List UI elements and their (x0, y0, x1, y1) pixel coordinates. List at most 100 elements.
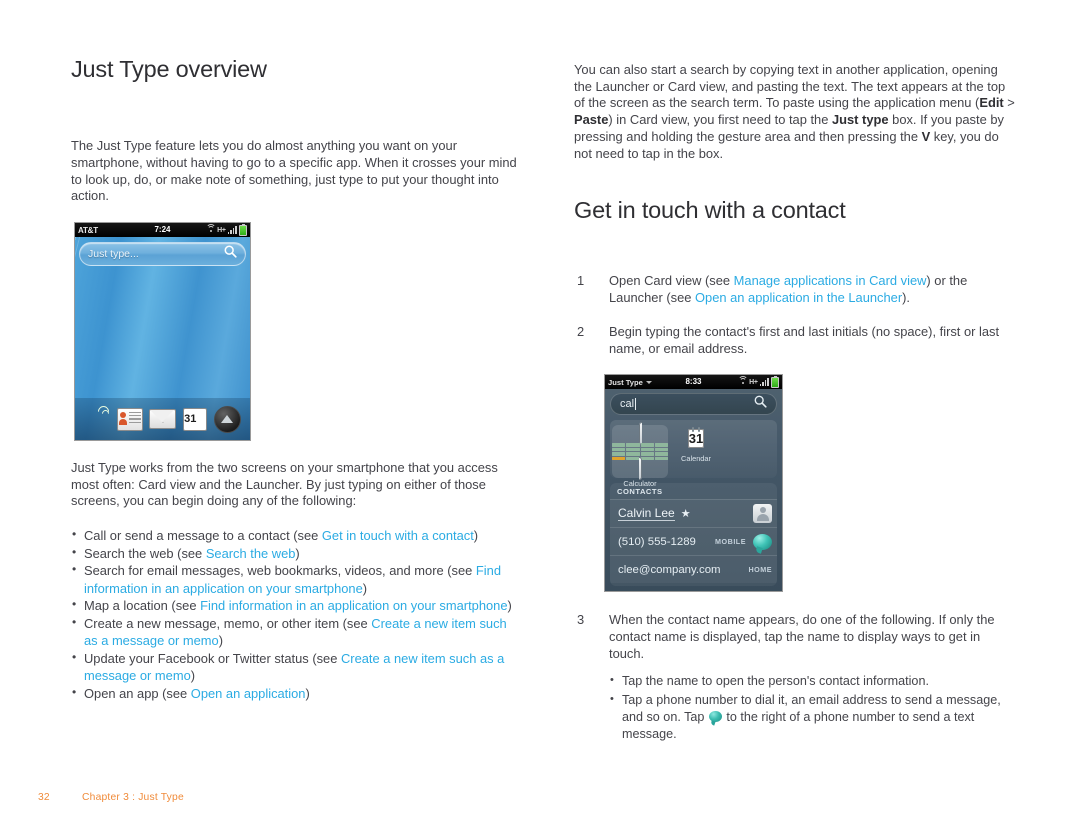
battery-icon (239, 223, 247, 236)
bullet-text: Search the web (see (84, 545, 206, 561)
contact-phone-number[interactable]: (510) 555-1289 (618, 536, 696, 548)
substep-list: Tap the name to open the person's contac… (609, 672, 1015, 743)
step-number: 1 (577, 273, 585, 289)
second-paragraph: Just Type works from the two screens on … (71, 460, 498, 509)
search-value: cal (620, 398, 635, 410)
status-bar: AT&T 7:24 H+ (75, 223, 250, 237)
step-text: Open Card view (see (609, 273, 734, 289)
steps-list-top: 1 Open Card view (see Manage applications… (574, 273, 1015, 357)
paragraph-text: You can also start a search by copying t… (574, 62, 1006, 111)
app-results-row: Calculator 31 Calendar (610, 420, 777, 488)
steps-list-bottom: 3 When the contact name appears, do one o… (574, 612, 1015, 760)
status-bar: Just Type 8:33 H+ (605, 375, 782, 389)
list-item: Call or send a message to a contact (see… (71, 526, 519, 545)
paste-paragraph: You can also start a search by copying t… (574, 62, 1015, 162)
list-item: Tap the name to open the person's contac… (609, 672, 1015, 690)
cross-reference-link[interactable]: Open an application in the Launcher (695, 290, 902, 305)
network-hplus-icon: H+ (749, 378, 758, 386)
network-hplus-icon: H+ (217, 226, 226, 234)
calculator-icon (612, 422, 668, 480)
chapter-label: Chapter 3 : Just Type (82, 792, 184, 803)
emphasis-text: V (921, 128, 931, 144)
bullet-text-tail: ) (295, 545, 300, 561)
left-column: Just Type overview The Just Type feature… (71, 55, 519, 205)
bullet-text: Map a location (see (84, 598, 201, 614)
signal-bars-icon (759, 378, 769, 386)
paragraph-text: ) in Card view, you first need to tap th… (608, 112, 832, 128)
phone-screenshot-card-view: AT&T 7:24 H+ Just type... 31 (74, 222, 251, 441)
contact-row-phone[interactable]: (510) 555-1289 MOBILE (610, 527, 777, 555)
page-number: 32 (38, 792, 50, 803)
phone-icon[interactable] (84, 403, 112, 432)
signal-bars-icon (227, 226, 237, 234)
feature-bullet-list: Call or send a message to a contact (see… (71, 526, 519, 703)
contacts-icon[interactable] (116, 407, 143, 431)
cross-reference-link[interactable]: Open an application (191, 686, 306, 701)
step-number: 2 (577, 324, 585, 339)
step-text: Begin typing the contact's first and las… (609, 324, 1000, 356)
emphasis-text: Edit (979, 95, 1004, 111)
contact-row-name[interactable]: Calvin Lee ★ (610, 499, 777, 527)
cross-reference-link[interactable]: Manage applications in Card view (734, 273, 927, 288)
wifi-icon (205, 223, 216, 234)
bullet-text-tail: ) (190, 668, 196, 684)
left-column-continued: Just Type works from the two screens on … (71, 460, 519, 702)
bullet-text-tail: ) (473, 528, 479, 544)
calendar-day: 31 (688, 431, 704, 446)
search-icon[interactable] (754, 395, 767, 413)
calendar-icon[interactable]: 31 (183, 407, 208, 431)
launcher-icon[interactable] (213, 405, 241, 433)
just-type-search-input[interactable]: Just type... (79, 242, 246, 266)
just-type-search-input[interactable]: cal (610, 393, 777, 415)
favorite-star-icon: ★ (680, 508, 691, 520)
battery-icon (771, 375, 779, 388)
bullet-text: Call or send a message to a contact (see (84, 528, 322, 544)
right-column: You can also start a search by copying t… (574, 62, 1015, 375)
contact-email[interactable]: clee@company.com (618, 564, 721, 576)
paragraph-text: > (1003, 95, 1015, 111)
bullet-text-tail: ) (507, 598, 512, 614)
bullet-text-tail: ) (305, 685, 310, 701)
list-item: Tap a phone number to dial it, an email … (609, 691, 1015, 743)
list-item: Create a new message, memo, or other ite… (71, 614, 519, 650)
speech-bubble-icon (708, 711, 722, 723)
list-item: Update your Facebook or Twitter status (… (71, 649, 519, 685)
contact-row-email[interactable]: clee@company.com HOME (610, 555, 777, 583)
dock: 31 (75, 398, 250, 440)
app-label: Calendar (681, 454, 711, 463)
contacts-results-panel: CONTACTS Calvin Lee ★ (510) 555-1289 MOB… (610, 483, 777, 586)
avatar[interactable] (753, 504, 772, 523)
calendar-day: 31 (184, 412, 197, 425)
cross-reference-link[interactable]: Get in touch with a contact (322, 528, 474, 543)
bullet-text: Update your Facebook or Twitter status (… (84, 650, 341, 666)
emphasis-text: Just type (831, 112, 889, 128)
email-icon[interactable] (149, 409, 177, 429)
step-text: ). (902, 290, 910, 306)
calendar-icon: 31 (687, 427, 705, 448)
step-number: 3 (577, 612, 585, 627)
numbered-step: 1 Open Card view (see Manage applications… (574, 273, 1015, 307)
app-result-calendar[interactable]: 31 Calendar (668, 425, 724, 478)
substep-text: Tap the name to open the person's contac… (622, 674, 929, 689)
cross-reference-link[interactable]: Find information in an application on yo… (200, 598, 507, 613)
wifi-icon (737, 375, 748, 386)
page-footer: 32 Chapter 3 : Just Type (38, 792, 184, 803)
search-icon[interactable] (224, 245, 237, 263)
text-cursor (635, 398, 637, 410)
email-type-label: HOME (748, 565, 772, 574)
page-title: Just Type overview (71, 56, 267, 82)
numbered-step: 3 When the contact name appears, do one o… (574, 612, 1015, 743)
bullet-text: Search for email messages, web bookmarks… (84, 563, 476, 579)
list-item: Open an app (see Open an application) (71, 684, 519, 703)
bullet-text: Open an app (see (84, 685, 191, 701)
step-text: When the contact name appears, do one of… (609, 612, 995, 661)
contact-name[interactable]: Calvin Lee (618, 506, 675, 521)
manual-page: Just Type overview The Just Type feature… (0, 0, 1080, 834)
list-item: Map a location (see Find information in … (71, 596, 519, 615)
list-item: Search the web (see Search the web) (71, 544, 519, 563)
bullet-text-tail: ) (218, 633, 223, 649)
message-bubble-icon[interactable] (753, 533, 772, 550)
cross-reference-link[interactable]: Search the web (206, 546, 296, 561)
app-result-calculator[interactable]: Calculator (612, 422, 668, 488)
contacts-section-header: CONTACTS (617, 487, 663, 496)
